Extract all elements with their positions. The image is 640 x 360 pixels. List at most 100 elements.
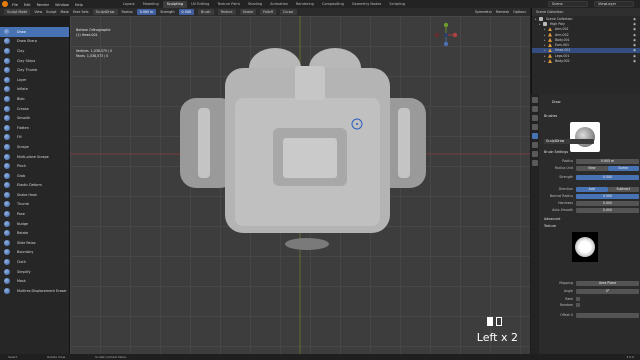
- brush-tool-slide-relax[interactable]: Slide Relax: [0, 238, 69, 248]
- brush-tool-crease[interactable]: Crease: [0, 104, 69, 114]
- brush-tool-mask[interactable]: Mask: [0, 276, 69, 286]
- object-tab-icon[interactable]: [532, 142, 538, 148]
- menu-item-window[interactable]: Window: [55, 3, 69, 7]
- random-checkbox[interactable]: [576, 303, 580, 307]
- strength-field[interactable]: 0.500: [178, 9, 194, 15]
- brush-tool-grab[interactable]: Grab: [0, 171, 69, 181]
- brush-tool-multi-plane-scrape[interactable]: Multi-plane Scrape: [0, 152, 69, 162]
- expand-arrow-icon[interactable]: ▸: [544, 27, 548, 31]
- rake-checkbox[interactable]: [576, 297, 580, 301]
- modifier-tab-icon[interactable]: [532, 151, 538, 157]
- face-sets-menu[interactable]: Face Sets: [73, 10, 89, 14]
- render-tab-icon[interactable]: [532, 106, 538, 112]
- brush-tool-draw[interactable]: Draw: [0, 27, 69, 37]
- brush-tool-draw-sharp[interactable]: Draw Sharp: [0, 37, 69, 47]
- brush-tool-clay[interactable]: Clay: [0, 46, 69, 56]
- brush-tool-pinch[interactable]: Pinch: [0, 161, 69, 171]
- advanced-section[interactable]: Advanced: [544, 217, 560, 221]
- brush-preview-thumbnail[interactable]: [570, 122, 600, 152]
- menu-item-edit[interactable]: Edit: [24, 3, 31, 7]
- visibility-eye-icon[interactable]: ◉: [633, 59, 636, 63]
- brush-tool-pose[interactable]: Pose: [0, 209, 69, 219]
- expand-arrow-icon[interactable]: ▸: [544, 59, 548, 63]
- workspace-tab-layout[interactable]: Layout: [119, 1, 139, 8]
- expand-arrow-icon[interactable]: ▸: [544, 43, 548, 47]
- texture-menu[interactable]: Texture: [217, 9, 236, 15]
- visibility-eye-icon[interactable]: ◉: [633, 54, 636, 58]
- brush-tool-scrape[interactable]: Scrape: [0, 142, 69, 152]
- texture-section[interactable]: Texture: [544, 224, 556, 228]
- stroke-menu[interactable]: Stroke: [239, 9, 257, 15]
- brush-menu[interactable]: Brush: [198, 9, 214, 15]
- brush-tool-layer[interactable]: Layer: [0, 75, 69, 85]
- symmetry-menu[interactable]: Symmetry: [475, 10, 492, 14]
- mapping-select[interactable]: Area Plane: [576, 280, 639, 286]
- brush-tool-blob[interactable]: Blob: [0, 94, 69, 104]
- scene-tab-icon[interactable]: [532, 124, 538, 130]
- direction-add-button[interactable]: Add: [576, 186, 608, 192]
- expand-arrow-icon[interactable]: ▸: [544, 38, 548, 42]
- workspace-tab-scripting[interactable]: Scripting: [385, 1, 409, 8]
- brush-tool-clay-strips[interactable]: Clay Strips: [0, 56, 69, 66]
- autosmooth-field[interactable]: 0.000: [576, 207, 639, 213]
- brush-tool-elastic-deform[interactable]: Elastic Deform: [0, 181, 69, 191]
- view-layer-selector[interactable]: ViewLayer: [594, 1, 634, 7]
- brush-tool-rotate[interactable]: Rotate: [0, 228, 69, 238]
- menu-item-file[interactable]: File: [12, 3, 18, 7]
- visibility-eye-icon[interactable]: ◉: [633, 33, 636, 37]
- sculpt-menu[interactable]: Sculpt: [46, 10, 56, 14]
- texture-preview[interactable]: [572, 232, 598, 262]
- mask-menu[interactable]: Mask: [60, 10, 69, 14]
- visibility-eye-icon[interactable]: ◉: [633, 48, 636, 52]
- brush-tool-boundary[interactable]: Boundary: [0, 248, 69, 258]
- visibility-eye-icon[interactable]: ◉: [633, 38, 636, 42]
- brushes-section[interactable]: Brushes: [544, 114, 557, 118]
- workspace-tab-texture-paint[interactable]: Texture Paint: [213, 1, 244, 8]
- workspace-tab-modeling[interactable]: Modeling: [139, 1, 163, 8]
- strength-prop-field[interactable]: 0.500: [576, 174, 639, 180]
- brush-selector[interactable]: SculptDraw: [92, 9, 118, 15]
- brush-tool-snake-hook[interactable]: Snake Hook: [0, 190, 69, 200]
- remesh-menu[interactable]: Remesh: [496, 10, 509, 14]
- view-menu[interactable]: View: [34, 10, 42, 14]
- brush-tool-multires-displacement-eraser[interactable]: Multires Displacement Eraser: [0, 286, 69, 296]
- tool-tab-icon[interactable]: [532, 97, 538, 103]
- workspace-tab-animation[interactable]: Animation: [266, 1, 292, 8]
- menu-item-render[interactable]: Render: [37, 3, 49, 7]
- brush-name-field[interactable]: SculptDraw: [544, 138, 594, 144]
- scene-selector[interactable]: Scene: [548, 1, 588, 7]
- visibility-eye-icon[interactable]: ◉: [633, 22, 636, 26]
- radius-unit-scene[interactable]: Scene: [607, 165, 639, 171]
- workspace-tab-uv-editing[interactable]: UV Editing: [187, 1, 213, 8]
- direction-subtract-button[interactable]: Subtract: [607, 186, 639, 192]
- brush-tab-icon[interactable]: [532, 133, 538, 139]
- angle-field[interactable]: 0°: [576, 288, 639, 294]
- outliner-row[interactable]: ▸ Body.002 ◉: [532, 58, 640, 64]
- brush-tool-thumb[interactable]: Thumb: [0, 200, 69, 210]
- workspace-tab-shading[interactable]: Shading: [244, 1, 266, 8]
- hardness-field[interactable]: 0.000: [576, 200, 639, 206]
- offset-x-field[interactable]: [576, 312, 639, 318]
- workspace-tab-rendering[interactable]: Rendering: [292, 1, 318, 8]
- radius-field[interactable]: 0.905 m: [136, 9, 157, 15]
- cursor-menu[interactable]: Cursor: [279, 9, 297, 15]
- navigation-gizmo[interactable]: [434, 22, 458, 48]
- expand-arrow-icon[interactable]: ▸: [544, 33, 548, 37]
- workspace-tab-geometry-nodes[interactable]: Geometry Nodes: [348, 1, 386, 8]
- brush-settings-section[interactable]: Brush Settings: [544, 150, 568, 154]
- brush-tool-clay-thumb[interactable]: Clay Thumb: [0, 65, 69, 75]
- falloff-menu[interactable]: Falloff: [260, 9, 276, 15]
- material-tab-icon[interactable]: [532, 160, 538, 166]
- workspace-tab-sculpting[interactable]: Sculpting: [162, 0, 188, 8]
- options-menu[interactable]: Options: [513, 10, 526, 14]
- output-tab-icon[interactable]: [532, 115, 538, 121]
- brush-tool-cloth[interactable]: Cloth: [0, 257, 69, 267]
- brush-tool-smooth[interactable]: Smooth: [0, 113, 69, 123]
- expand-arrow-icon[interactable]: ▸: [544, 48, 548, 52]
- brush-tool-nudge[interactable]: Nudge: [0, 219, 69, 229]
- mode-selector[interactable]: Sculpt Mode: [4, 9, 31, 15]
- brush-tool-inflate[interactable]: Inflate: [0, 85, 69, 95]
- visibility-eye-icon[interactable]: ◉: [633, 17, 636, 21]
- brush-tool-simplify[interactable]: Simplify: [0, 267, 69, 277]
- workspace-tab-compositing[interactable]: Compositing: [318, 1, 348, 8]
